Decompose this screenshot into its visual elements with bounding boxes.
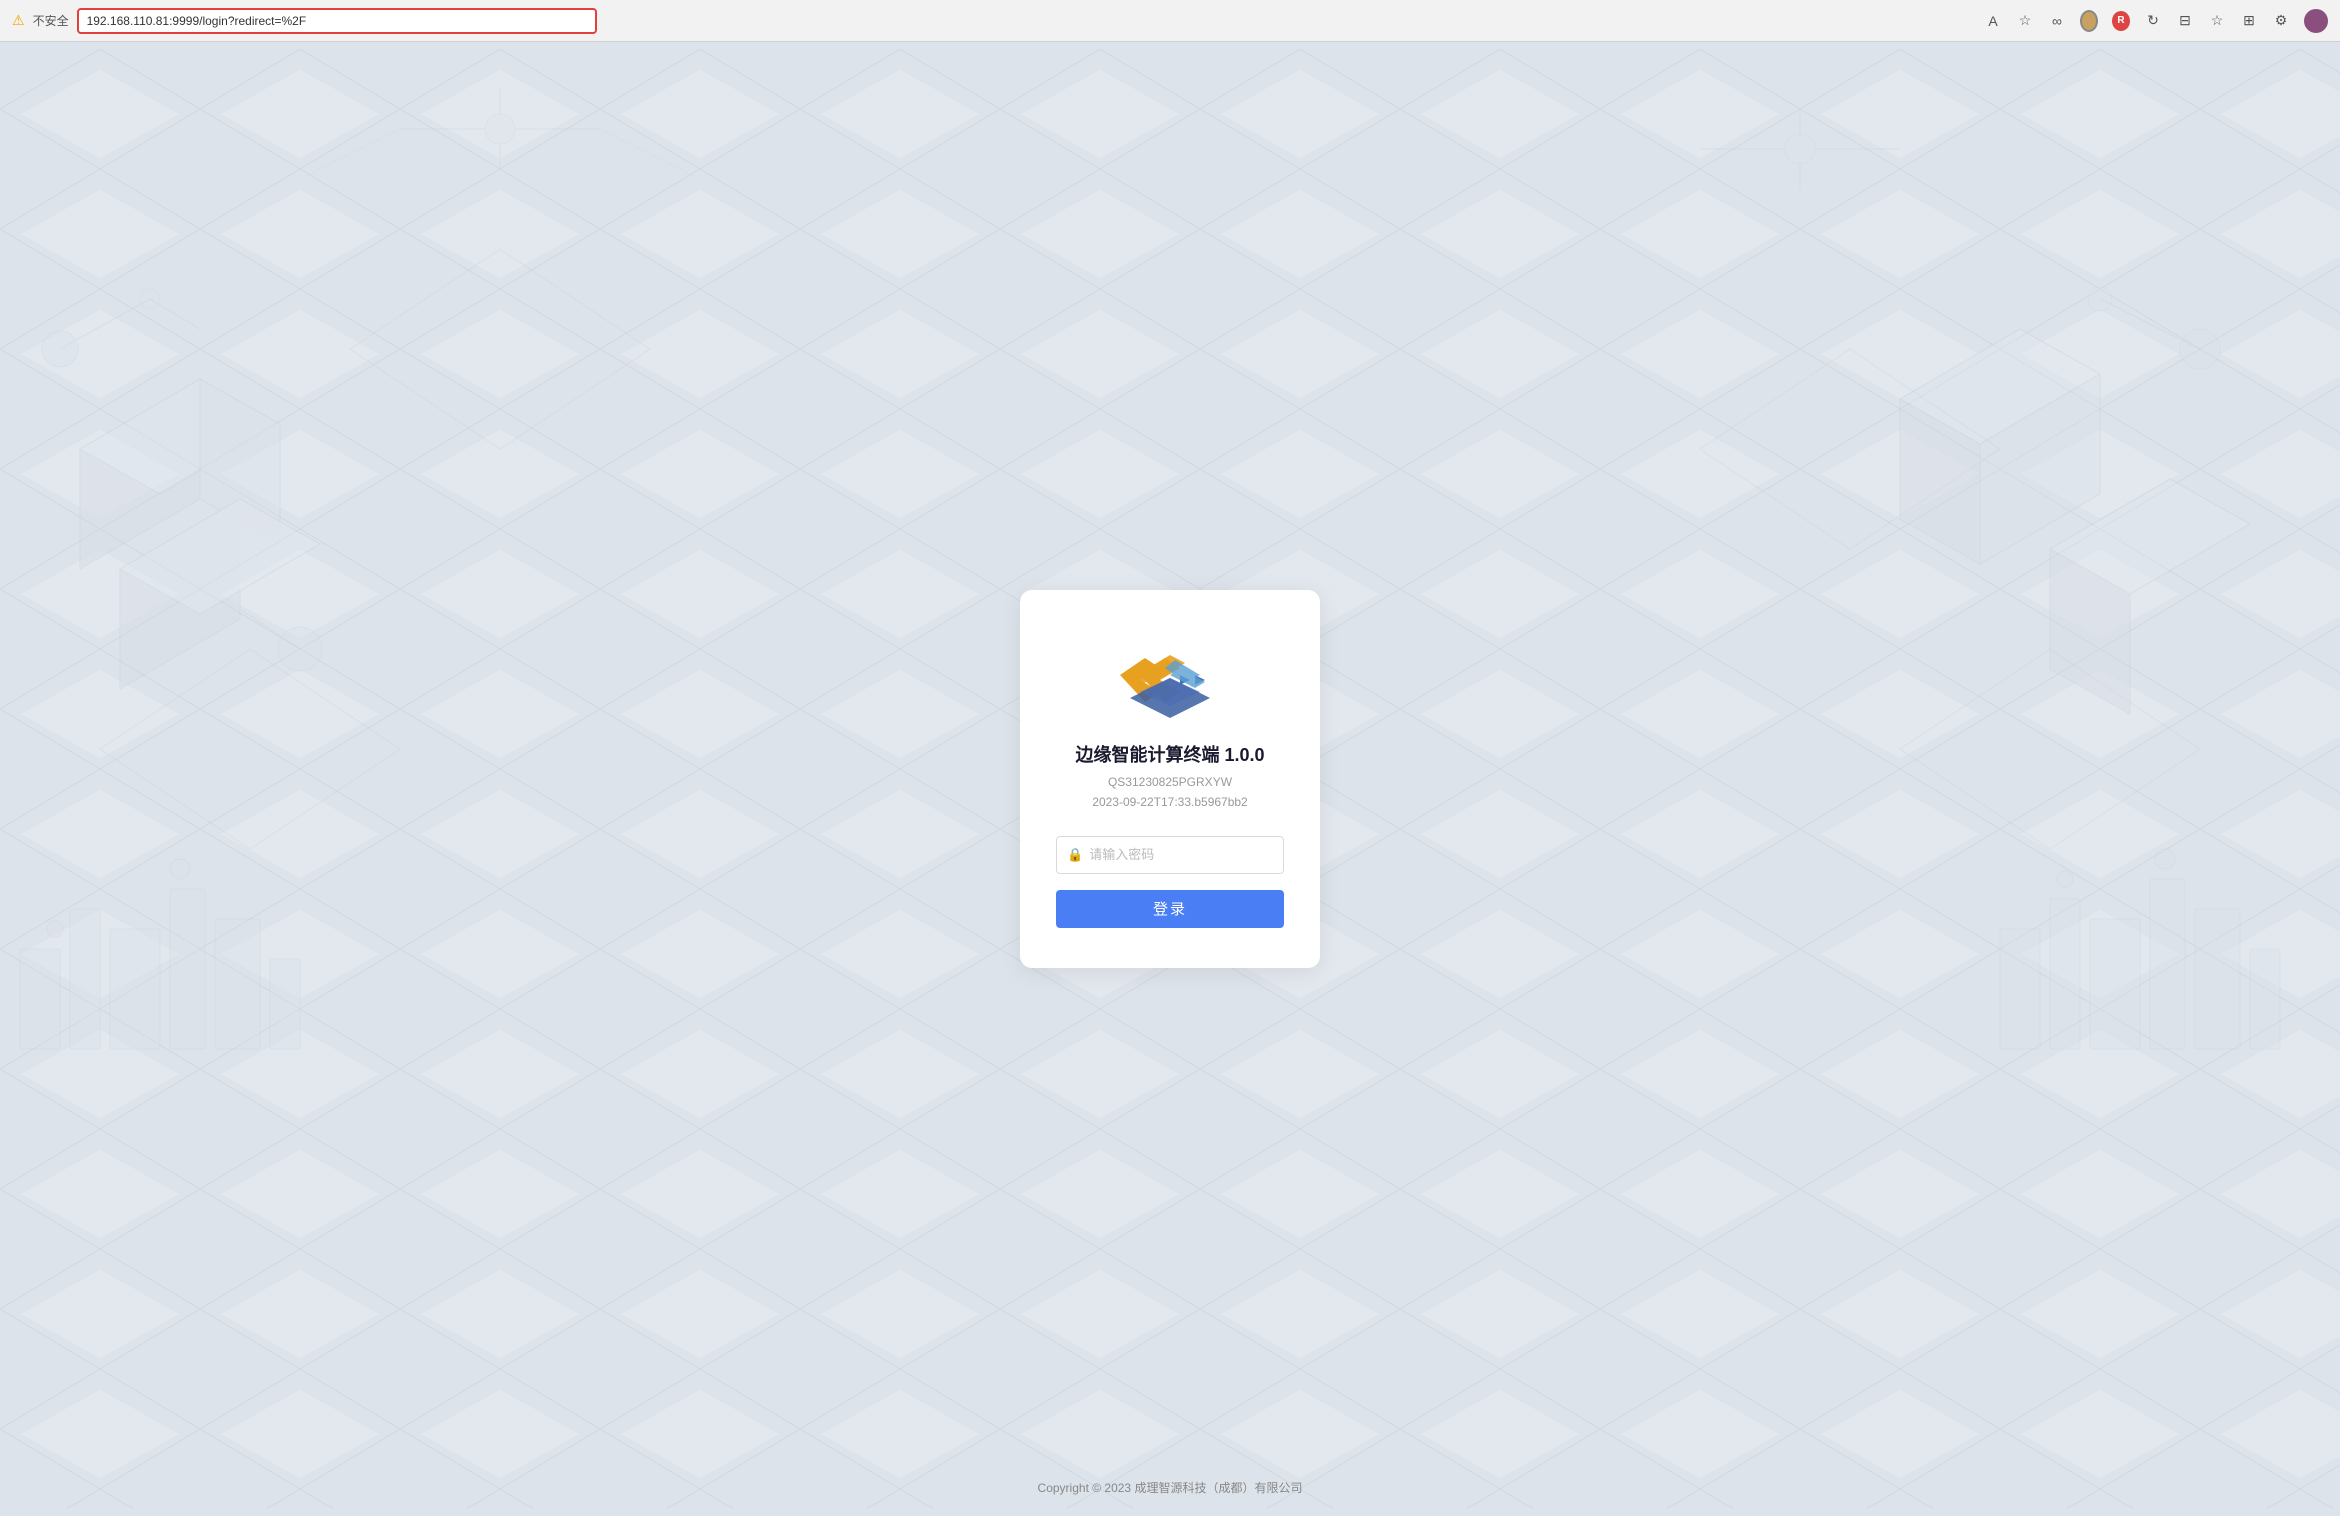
password-field: 🔒 — [1056, 836, 1284, 874]
warning-triangle-icon: ⚠ — [12, 12, 25, 29]
addon-icon[interactable]: R — [2112, 12, 2130, 30]
app-subtitle: QS31230825PGRXYW 2023-09-22T17:33.b5967b… — [1092, 773, 1247, 811]
app-logo — [1110, 630, 1230, 720]
address-bar[interactable]: 192.168.110.81:9999/login?redirect=%2F — [77, 8, 597, 34]
extensions-icon[interactable]: ∞ — [2048, 12, 2066, 30]
login-card: 边缘智能计算终端 1.0.0 QS31230825PGRXYW 2023-09-… — [1020, 590, 1320, 967]
settings-icon[interactable]: ⚙ — [2272, 12, 2290, 30]
password-input[interactable] — [1089, 847, 1273, 862]
split-icon[interactable]: ⊟ — [2176, 12, 2194, 30]
user-avatar[interactable] — [2304, 9, 2328, 33]
page-background: 边缘智能计算终端 1.0.0 QS31230825PGRXYW 2023-09-… — [0, 42, 2340, 1516]
grid-icon[interactable]: ⊞ — [2240, 12, 2258, 30]
profile-icon[interactable] — [2080, 12, 2098, 30]
insecure-label: 不安全 — [33, 12, 69, 29]
lock-icon: 🔒 — [1067, 847, 1083, 863]
app-title: 边缘智能计算终端 1.0.0 — [1075, 741, 1264, 767]
footer: Copyright © 2023 成理智源科技（成都）有限公司 — [0, 1479, 2340, 1496]
refresh-icon[interactable]: ↻ — [2144, 12, 2162, 30]
login-button[interactable]: 登录 — [1056, 890, 1284, 928]
translate-icon[interactable]: A — [1984, 12, 2002, 30]
copyright-text: Copyright © 2023 成理智源科技（成都）有限公司 — [1038, 1481, 1303, 1495]
address-text: 192.168.110.81:9999/login?redirect=%2F — [87, 14, 307, 28]
browser-chrome: ⚠ 不安全 192.168.110.81:9999/login?redirect… — [0, 0, 2340, 42]
star-icon[interactable]: ☆ — [2016, 12, 2034, 30]
logo-area — [1110, 630, 1230, 725]
bookmark-icon[interactable]: ☆ — [2208, 12, 2226, 30]
toolbar-icons: A ☆ ∞ R ↻ ⊟ ☆ ⊞ ⚙ — [1984, 9, 2328, 33]
